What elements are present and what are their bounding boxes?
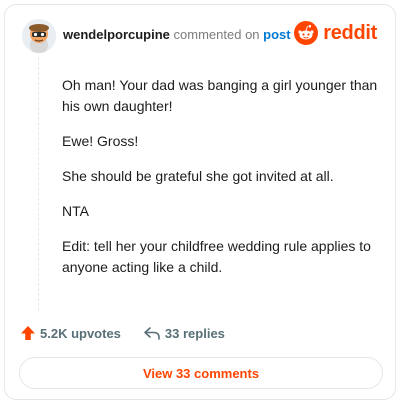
upvote-arrow-icon <box>21 326 35 340</box>
comment-body: Oh man! Your dad was banging a girl youn… <box>62 75 382 292</box>
reply-count: 33 replies <box>164 325 225 341</box>
reddit-wordmark: reddit <box>323 21 377 44</box>
avatar[interactable] <box>22 19 56 53</box>
post-link[interactable]: post <box>263 27 290 42</box>
comment-header: wendelporcupine commented on post <box>63 27 291 43</box>
comment-stats: 5.2K upvotes 33 replies <box>20 325 225 341</box>
reddit-logo[interactable]: reddit <box>294 21 377 45</box>
thread-line <box>38 57 40 311</box>
username[interactable]: wendelporcupine <box>63 27 170 42</box>
reddit-snoo-icon <box>294 21 319 45</box>
comment-paragraph: Ewe! Gross! <box>62 133 139 149</box>
reply-arrow-icon <box>144 327 160 340</box>
comment-card: wendelporcupine commented on post reddit… <box>4 4 396 400</box>
comment-paragraph: Oh man! Your dad was banging a girl youn… <box>62 77 378 114</box>
comment-paragraph: NTA <box>62 203 89 219</box>
comment-paragraph: She should be grateful she got invited a… <box>62 168 334 184</box>
comment-paragraph: Edit: tell her your childfree wedding ru… <box>62 238 371 275</box>
upvote-stat[interactable]: 5.2K upvotes <box>20 325 121 341</box>
upvote-count: 5.2K upvotes <box>40 325 121 341</box>
reply-stat[interactable]: 33 replies <box>143 325 225 341</box>
user-avatar-icon <box>22 19 56 53</box>
view-comments-button[interactable]: View 33 comments <box>19 357 383 389</box>
action-text: commented on <box>173 27 260 42</box>
